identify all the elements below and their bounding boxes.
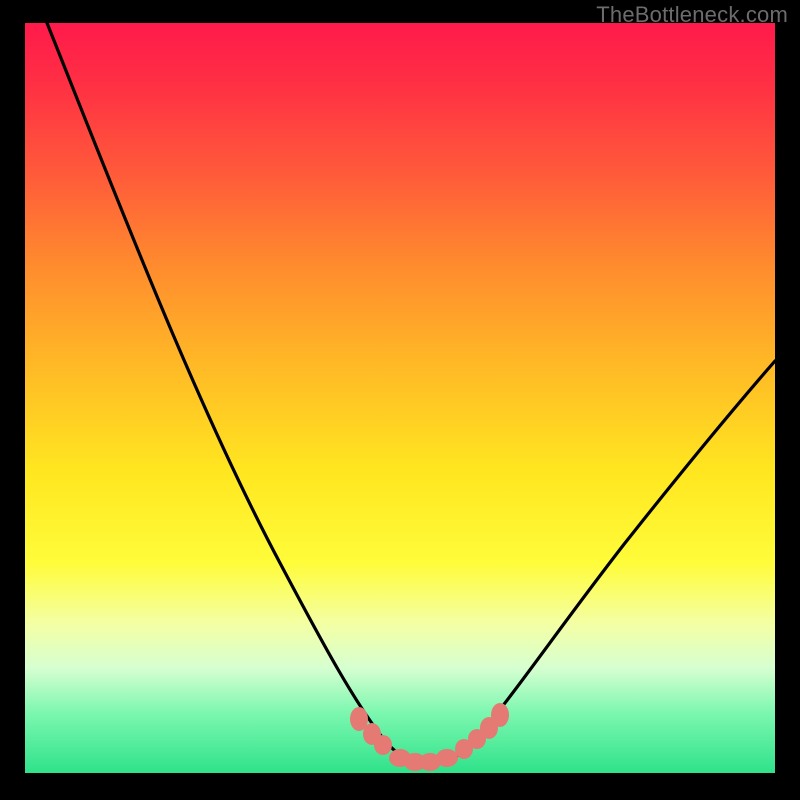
- marker-dot: [436, 749, 458, 767]
- marker-dot: [374, 735, 392, 755]
- watermark-text: TheBottleneck.com: [596, 2, 788, 28]
- chart-plot-area: [25, 23, 775, 773]
- chart-svg: [25, 23, 775, 773]
- bottleneck-curve: [47, 23, 775, 763]
- marker-dot: [491, 703, 509, 727]
- chart-frame: TheBottleneck.com: [0, 0, 800, 800]
- marker-cluster: [350, 703, 509, 771]
